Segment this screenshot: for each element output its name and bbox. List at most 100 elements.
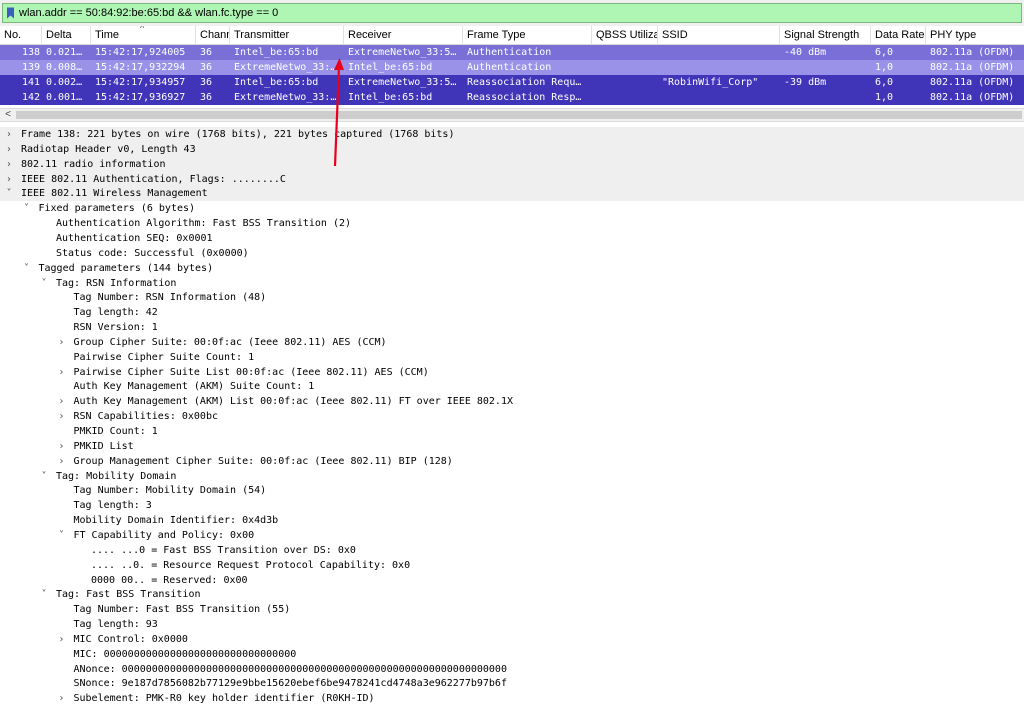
chevron-down-icon[interactable]: ˅ <box>4 186 14 201</box>
chevron-right-icon[interactable]: › <box>4 172 14 187</box>
tree-item[interactable]: Tag length: 3 <box>0 498 1024 513</box>
col-header-frame-type[interactable]: Frame Type <box>463 26 592 45</box>
tree-item-label: 0000 00.. = Reserved: 0x00 <box>91 574 248 586</box>
tree-item[interactable]: › PMKID List <box>0 439 1024 454</box>
chevron-right-icon[interactable]: › <box>4 127 14 142</box>
tree-item[interactable]: › Subelement: PMK-R0 key holder identifie… <box>0 691 1024 706</box>
chevron-down-icon[interactable]: ˅ <box>39 469 49 484</box>
tree-item[interactable]: Tag length: 93 <box>0 617 1024 632</box>
chevron-right-icon[interactable]: › <box>57 335 67 350</box>
packet-row[interactable]: 139 0.008… 15:42:17,932294 36 ExtremeNet… <box>0 60 1024 75</box>
packet-list-horizontal-scrollbar[interactable]: < <box>0 108 1024 122</box>
chevron-down-icon[interactable]: ˅ <box>22 261 32 276</box>
tree-item[interactable]: Pairwise Cipher Suite Count: 1 <box>0 350 1024 365</box>
tree-item-label: Radiotap Header v0, Length 43 <box>21 143 196 155</box>
chevron-right-icon[interactable]: › <box>57 632 67 647</box>
chevron-right-icon[interactable]: › <box>57 394 67 409</box>
tree-item[interactable]: Tag Number: RSN Information (48) <box>0 290 1024 305</box>
col-header-signal[interactable]: Signal Strength <box>780 26 871 45</box>
chevron-right-icon[interactable]: › <box>57 439 67 454</box>
tree-item-label: MIC: 00000000000000000000000000000000 <box>73 648 297 660</box>
scroll-left-arrow-icon[interactable]: < <box>2 109 14 121</box>
tree-item[interactable]: Auth Key Management (AKM) Suite Count: 1 <box>0 379 1024 394</box>
tree-item[interactable]: › RSN Capabilities: 0x00bc <box>0 409 1024 424</box>
tree-item[interactable]: › Frame 138: 221 bytes on wire (1768 bits… <box>0 127 1024 142</box>
cell-delta: 0.002… <box>46 77 83 88</box>
tree-item[interactable]: 0000 00.. = Reserved: 0x00 <box>0 573 1024 588</box>
tree-item[interactable]: › Auth Key Management (AKM) List 00:0f:ac… <box>0 394 1024 409</box>
tree-item[interactable]: Authentication Algorithm: Fast BSS Trans… <box>0 216 1024 231</box>
tree-item[interactable]: SNonce: 9e187d7856082b77129e9bbe15620ebe… <box>0 676 1024 691</box>
col-header-no[interactable]: No. <box>0 26 42 45</box>
tree-item[interactable]: ˅ Tagged parameters (144 bytes) <box>0 261 1024 276</box>
tree-item[interactable]: MIC: 00000000000000000000000000000000 <box>0 647 1024 662</box>
tree-item-label: Tag length: 93 <box>73 619 158 631</box>
tree-item[interactable]: Tag length: 42 <box>0 305 1024 320</box>
packet-row[interactable]: 142 0.001… 15:42:17,936927 36 ExtremeNet… <box>0 90 1024 105</box>
tree-item[interactable]: ˅ Tag: Mobility Domain <box>0 469 1024 484</box>
chevron-down-icon[interactable]: ˅ <box>39 587 49 602</box>
tree-item[interactable]: Status code: Successful (0x0000) <box>0 246 1024 261</box>
tree-item[interactable]: ˅ IEEE 802.11 Wireless Management <box>0 186 1024 202</box>
tree-item[interactable]: ˅ Tag: Fast BSS Transition <box>0 587 1024 602</box>
tree-item[interactable]: Authentication SEQ: 0x0001 <box>0 231 1024 246</box>
col-header-receiver[interactable]: Receiver <box>344 26 463 45</box>
tree-item-label: Fixed parameters (6 bytes) <box>38 203 196 215</box>
tree-item-label: Group Cipher Suite: 00:0f:ac (Ieee 802.1… <box>73 336 387 348</box>
tree-item[interactable]: .... ...0 = Fast BSS Transition over DS:… <box>0 543 1024 558</box>
chevron-down-icon[interactable]: ˅ <box>39 276 49 291</box>
tree-item[interactable]: ANonce: 00000000000000000000000000000000… <box>0 662 1024 677</box>
bookmark-icon[interactable] <box>3 4 17 22</box>
tree-item[interactable]: Mobility Domain Identifier: 0x4d3b <box>0 513 1024 528</box>
chevron-right-icon[interactable]: › <box>57 691 67 706</box>
cell-signal: -40 dBm <box>784 47 827 58</box>
tree-item-label: Tag length: 42 <box>73 307 158 319</box>
cell-frame-type: Reassociation Requ… <box>467 77 582 88</box>
tree-item[interactable]: .... ..0. = Resource Request Protocol Ca… <box>0 558 1024 573</box>
chevron-right-icon[interactable]: › <box>57 409 67 424</box>
tree-item[interactable]: RSN Version: 1 <box>0 320 1024 335</box>
chevron-down-icon[interactable]: ˅ <box>22 201 32 216</box>
cell-frame-type: Authentication <box>467 47 552 58</box>
tree-item[interactable]: › Group Management Cipher Suite: 00:0f:ac… <box>0 454 1024 469</box>
sort-ascending-icon: ^ <box>140 26 145 33</box>
tree-item[interactable]: Tag Number: Fast BSS Transition (55) <box>0 602 1024 617</box>
tree-item[interactable]: ˅ Tag: RSN Information <box>0 276 1024 291</box>
packet-row[interactable]: 141 0.002… 15:42:17,934957 36 Intel_be:6… <box>0 75 1024 90</box>
tree-item[interactable]: ˅ FT Capability and Policy: 0x00 <box>0 528 1024 543</box>
cell-ssid <box>658 90 780 105</box>
scrollbar-thumb[interactable] <box>16 111 1022 119</box>
tree-item[interactable]: ˅ Fixed parameters (6 bytes) <box>0 201 1024 216</box>
tree-item-label: .... ..0. = Resource Request Protocol Ca… <box>91 559 411 571</box>
cell-delta: 0.008… <box>46 62 83 73</box>
chevron-right-icon[interactable]: › <box>4 142 14 157</box>
col-header-qbss[interactable]: QBSS Utiliza <box>592 26 658 45</box>
cell-time: 15:42:17,924005 <box>95 47 186 58</box>
col-header-delta[interactable]: Delta <box>42 26 91 45</box>
col-header-ssid[interactable]: SSID <box>658 26 780 45</box>
chevron-right-icon[interactable]: › <box>57 454 67 469</box>
col-header-transmitter[interactable]: Transmitter <box>230 26 344 45</box>
col-header-data-rate[interactable]: Data Rate <box>871 26 926 45</box>
tree-item-label: ANonce: 00000000000000000000000000000000… <box>73 663 507 675</box>
chevron-down-icon[interactable]: ˅ <box>57 528 67 543</box>
tree-item-label: IEEE 802.11 Authentication, Flags: .....… <box>21 173 286 185</box>
tree-item[interactable]: › Group Cipher Suite: 00:0f:ac (Ieee 802.… <box>0 335 1024 350</box>
tree-item[interactable]: › 802.11 radio information <box>0 156 1024 172</box>
tree-item[interactable]: PMKID Count: 1 <box>0 424 1024 439</box>
tree-item-label: Tag length: 3 <box>73 500 152 512</box>
display-filter-input[interactable]: wlan.addr == 50:84:92:be:65:bd && wlan.f… <box>2 3 1022 23</box>
tree-item[interactable]: › Radiotap Header v0, Length 43 <box>0 141 1024 157</box>
tree-item-label: Status code: Successful (0x0000) <box>56 247 249 259</box>
col-header-channel[interactable]: Chann <box>196 26 230 45</box>
tree-item[interactable]: Tag Number: Mobility Domain (54) <box>0 483 1024 498</box>
chevron-right-icon[interactable]: › <box>57 365 67 380</box>
cell-signal <box>780 90 871 105</box>
tree-item[interactable]: › IEEE 802.11 Authentication, Flags: ....… <box>0 171 1024 187</box>
col-header-phy-type[interactable]: PHY type <box>926 26 1024 45</box>
chevron-right-icon[interactable]: › <box>4 157 14 172</box>
tree-item[interactable]: › Pairwise Cipher Suite List 00:0f:ac (Ie… <box>0 365 1024 380</box>
cell-frame-type: Authentication <box>467 62 552 73</box>
packet-row[interactable]: 138 0.021… 15:42:17,924005 36 Intel_be:6… <box>0 45 1024 60</box>
tree-item[interactable]: › MIC Control: 0x0000 <box>0 632 1024 647</box>
